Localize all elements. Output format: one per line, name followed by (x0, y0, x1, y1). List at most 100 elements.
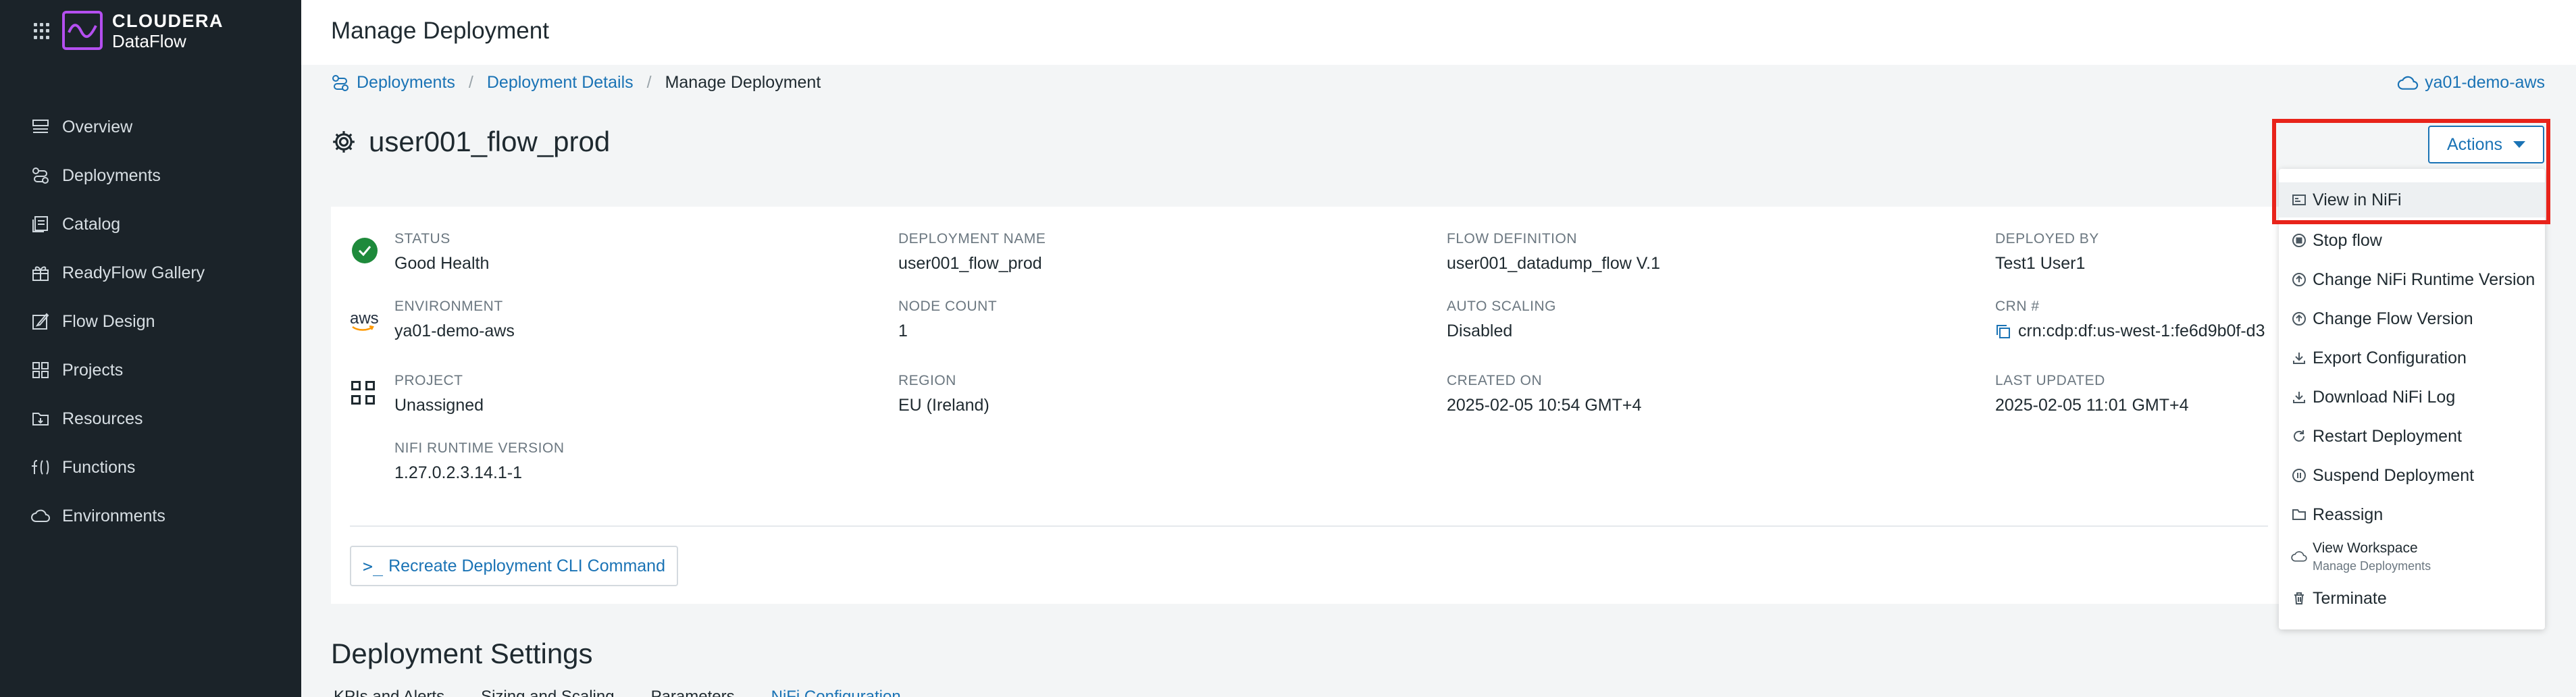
field-label: PROJECT (394, 373, 463, 388)
cloudera-logo-icon (62, 11, 103, 50)
environment-link[interactable]: ya01-demo-aws (2396, 73, 2545, 93)
menu-item-view-workspace[interactable]: View Workspace Manage Deployments (2279, 535, 2545, 578)
check-circle-icon (352, 238, 378, 263)
menu-item-change-nifi-runtime-version[interactable]: Change NiFi Runtime Version (2279, 261, 2545, 299)
field-label: NODE COUNT (898, 299, 998, 314)
environments-icon (30, 505, 51, 527)
sidebar-item-catalog[interactable]: Catalog (0, 200, 301, 249)
environment-link-label: ya01-demo-aws (2425, 73, 2545, 92)
last-updated-value: 2025-02-05 11:01 GMT+4 (1995, 396, 2189, 415)
sidebar-item-environments[interactable]: Environments (0, 492, 301, 540)
deployments-icon (332, 74, 349, 91)
sidebar-item-projects[interactable]: Projects (0, 346, 301, 394)
field-label: REGION (898, 373, 956, 388)
recreate-cli-command-button[interactable]: >_ Recreate Deployment CLI Command (350, 546, 678, 586)
sidebar-item-readyflow-gallery[interactable]: ReadyFlow Gallery (0, 249, 301, 297)
crn-value: crn:cdp:df:us-west-1:fe6d9b0f-d3f6 (2018, 321, 2265, 340)
menu-item-label: Stop flow (2313, 230, 2382, 250)
field-label: CRN # (1995, 299, 2040, 314)
tab-kpis-alerts[interactable]: KPIs and Alerts (334, 688, 444, 697)
field-label: DEPLOYMENT NAME (898, 231, 1046, 247)
breadcrumb-current: Manage Deployment (665, 73, 821, 92)
menu-item-suspend-deployment[interactable]: Suspend Deployment (2279, 457, 2545, 494)
annotation-highlight-box (2272, 119, 2550, 224)
crn-row: crn:cdp:df:us-west-1:fe6d9b0f-d3f6 (1995, 321, 2265, 341)
sidebar: CLOUDERA DataFlow Overview Deployments C… (0, 0, 301, 697)
gear-icon (333, 131, 355, 153)
tab-sizing-scaling[interactable]: Sizing and Scaling (481, 688, 614, 697)
cloud-icon (2397, 76, 2419, 90)
deployment-title: user001_flow_prod (331, 126, 610, 158)
aws-logo-text: aws (350, 309, 379, 328)
menu-item-stop-flow[interactable]: Stop flow (2279, 222, 2545, 259)
resources-icon (30, 408, 51, 430)
sidebar-item-flow-design[interactable]: Flow Design (0, 297, 301, 346)
tab-nifi-configuration[interactable]: NiFi Configuration (771, 688, 901, 697)
field-nifi-runtime: NIFI RUNTIME VERSION 1.27.0.2.3.14.1-1 (394, 440, 565, 483)
sidebar-item-resources[interactable]: Resources (0, 394, 301, 443)
sidebar-item-label: Functions (62, 457, 136, 477)
projects-icon (30, 359, 51, 381)
brand-name: CLOUDERA DataFlow (112, 11, 224, 51)
flow-definition-value: user001_datadump_flow V.1 (1447, 254, 1660, 273)
field-label: STATUS (394, 231, 450, 247)
menu-item-terminate[interactable]: Terminate (2279, 579, 2545, 617)
sidebar-item-overview[interactable]: Overview (0, 103, 301, 151)
sidebar-item-label: Environments (62, 506, 165, 525)
sidebar-item-functions[interactable]: Functions (0, 443, 301, 492)
menu-item-export-configuration[interactable]: Export Configuration (2279, 339, 2545, 377)
sidebar-item-deployments[interactable]: Deployments (0, 151, 301, 200)
sidebar-nav: Overview Deployments Catalog ReadyFlow G… (0, 103, 301, 540)
deployment-settings-title: Deployment Settings (331, 638, 593, 669)
download-icon (2290, 388, 2309, 407)
trash-icon (2290, 589, 2309, 608)
field-status: STATUS Good Health (394, 231, 489, 274)
menu-item-label: View Workspace (2313, 540, 2418, 556)
sidebar-item-label: Overview (62, 117, 133, 136)
breadcrumb-deployment-details[interactable]: Deployment Details (487, 73, 634, 93)
aws-smile-icon (352, 326, 374, 331)
created-on-value: 2025-02-05 10:54 GMT+4 (1447, 396, 1642, 415)
sidebar-item-label: Catalog (62, 214, 121, 234)
menu-item-label: Download NiFi Log (2313, 387, 2456, 407)
upgrade-icon (2290, 270, 2309, 289)
menu-item-download-nifi-log[interactable]: Download NiFi Log (2279, 378, 2545, 416)
divider (350, 525, 2268, 527)
project-value: Unassigned (394, 396, 484, 415)
pause-icon (2290, 466, 2309, 485)
menu-item-label: Terminate (2313, 588, 2387, 608)
deployment-name-value: user001_flow_prod (898, 254, 1042, 273)
field-label: LAST UPDATED (1995, 373, 2105, 388)
tab-parameters[interactable]: Parameters (651, 688, 735, 697)
menu-item-label: Restart Deployment (2313, 426, 2462, 446)
field-crn: CRN # crn:cdp:df:us-west-1:fe6d9b0f-d3f6 (1995, 299, 2265, 341)
restart-icon (2290, 427, 2309, 446)
field-label: NIFI RUNTIME VERSION (394, 440, 565, 456)
menu-item-restart-deployment[interactable]: Restart Deployment (2279, 417, 2545, 455)
field-project: PROJECT Unassigned (394, 373, 484, 415)
sidebar-item-label: Resources (62, 409, 143, 428)
menu-item-reassign[interactable]: Reassign (2279, 496, 2545, 534)
nifi-runtime-value: 1.27.0.2.3.14.1-1 (394, 463, 523, 482)
readyflow-icon (30, 262, 51, 284)
field-region: REGION EU (Ireland) (898, 373, 989, 415)
deployment-details-card: STATUS Good Health DEPLOYMENT NAME user0… (331, 207, 2290, 604)
breadcrumb-deployments[interactable]: Deployments (357, 73, 455, 93)
settings-tabs: KPIs and Alerts Sizing and Scaling Param… (334, 688, 901, 697)
menu-item-change-flow-version[interactable]: Change Flow Version (2279, 300, 2545, 338)
cloud-icon (2290, 547, 2309, 566)
download-icon (2290, 348, 2309, 367)
menu-item-label: Reassign (2313, 505, 2384, 524)
aws-icon: aws (350, 309, 379, 331)
copy-icon[interactable] (1995, 324, 2011, 340)
folder-icon (2290, 505, 2309, 524)
field-label: AUTO SCALING (1447, 299, 1556, 314)
menu-item-two-line: View Workspace Manage Deployments (2313, 540, 2431, 573)
app-switcher-icon[interactable] (34, 23, 50, 39)
field-flow-definition: FLOW DEFINITION user001_datadump_flow V.… (1447, 231, 1660, 274)
field-label: FLOW DEFINITION (1447, 231, 1577, 247)
sidebar-item-label: Deployments (62, 165, 161, 185)
field-label: DEPLOYED BY (1995, 231, 2099, 247)
field-deployed-by: DEPLOYED BY Test1 User1 (1995, 231, 2099, 274)
catalog-icon (30, 213, 51, 235)
